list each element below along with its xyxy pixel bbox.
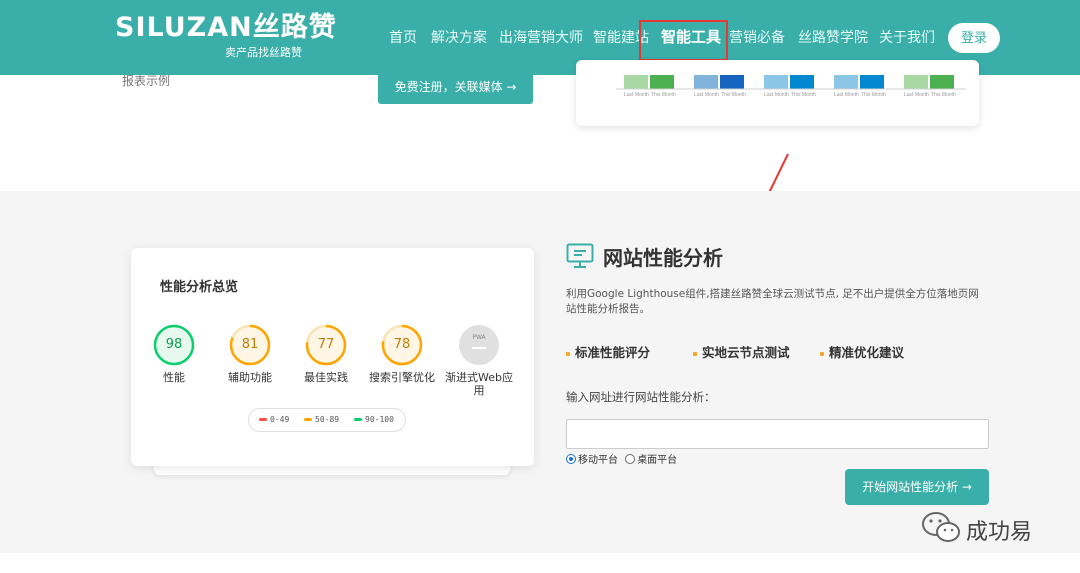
tick-label-this-month: This Month [791, 92, 816, 98]
bullet-icon [820, 351, 824, 356]
legend-item-average: 50-89 [304, 415, 339, 424]
score-performance: 98 性能 [139, 324, 209, 384]
wechat-icon [922, 512, 960, 542]
score-legend: 0-49 50-89 90-100 [248, 408, 406, 432]
score-label: 辅助功能 [228, 371, 272, 384]
bar-last-month [834, 75, 858, 89]
section-description: 利用Google Lighthouse组件,搭建丝路赞全球云测试节点, 足不出户… [566, 288, 979, 315]
watermark: 成功易 [920, 510, 1032, 550]
report-sample-label: 报表示例 [122, 74, 171, 88]
nav-solutions[interactable]: 解决方案 [431, 29, 487, 47]
tick-label-this-month: This Month [721, 92, 746, 98]
feature-cloud-node-test: 实地云节点测试 [693, 342, 790, 361]
chart-group-2 [694, 75, 744, 89]
bar-last-month [694, 75, 718, 89]
chart-group-5 [904, 75, 954, 89]
score-value: 81 [241, 337, 259, 352]
section-title: 网站性能分析 [603, 246, 723, 270]
monitor-icon [566, 243, 594, 268]
radio-mobile-label[interactable]: 移动平台 [578, 455, 618, 466]
register-link-media-button[interactable]: 免费注册，关联媒体 → [378, 71, 533, 104]
chart-group-4 [834, 75, 884, 89]
score-label: 性能 [163, 371, 185, 384]
tick-label-last-month: Last Month [694, 92, 719, 98]
bar-this-month [720, 75, 744, 89]
feature-standard-score: 标准性能评分 [566, 342, 650, 361]
page-bottom [0, 553, 1080, 573]
legend-item-poor: 0-49 [259, 415, 289, 424]
nav-siluzan-academy[interactable]: 丝路赞学院 [798, 29, 868, 47]
score-accessibility: 81 辅助功能 [215, 324, 285, 384]
bar-last-month [904, 75, 928, 89]
nav-highlight-box [639, 20, 728, 61]
tick-label-this-month: This Month [861, 92, 886, 98]
tick-label-last-month: Last Month [834, 92, 859, 98]
bar-this-month [790, 75, 814, 89]
score-seo: 78 搜索引擎优化 [367, 324, 437, 384]
radio-desktop[interactable] [625, 453, 636, 464]
report-chart-card: Last Month This Month Last Month This Mo… [576, 60, 979, 126]
comparison-bar-chart: Last Month This Month Last Month This Mo… [616, 75, 966, 98]
score-best-practices: 77 最佳实践 [291, 324, 361, 384]
nav-marketing-essentials[interactable]: 营销必备 [729, 29, 785, 47]
bar-last-month [764, 75, 788, 89]
logo-wordmark: SILUZAN丝路赞 [115, 12, 337, 43]
score-label: 渐进式Web应用 [445, 371, 513, 397]
watermark-text: 成功易 [966, 520, 1033, 545]
bar-last-month [624, 75, 648, 89]
score-label: 最佳实践 [304, 371, 348, 384]
radio-desktop-label[interactable]: 桌面平台 [637, 455, 677, 466]
logo-tagline: 卖产品找丝路赞 [225, 46, 302, 59]
bar-this-month [860, 75, 884, 89]
performance-overview-card: 性能分析总览 98 性能 81 辅助功能 77 最佳实践 78 搜索引擎优化 P… [131, 248, 534, 466]
tick-label-last-month: Last Month [904, 92, 929, 98]
pwa-badge-text: PWA [472, 334, 486, 341]
score-value: 98 [165, 337, 183, 352]
start-analysis-button[interactable]: 开始网站性能分析 → [845, 469, 989, 505]
performance-overview-title: 性能分析总览 [160, 280, 239, 295]
platform-selector: 移动平台 桌面平台 [566, 451, 681, 466]
tick-label-this-month: This Month [651, 92, 676, 98]
bar-this-month [650, 75, 674, 89]
score-label: 搜索引擎优化 [369, 371, 435, 384]
login-button[interactable]: 登录 [948, 23, 1000, 53]
tick-label-last-month: Last Month [624, 92, 649, 98]
radio-mobile[interactable] [566, 453, 576, 464]
score-value: 77 [317, 337, 335, 352]
feature-optimization-tips: 精准优化建议 [820, 342, 904, 361]
bullet-icon [566, 351, 570, 356]
url-input[interactable] [566, 419, 989, 449]
nav-home[interactable]: 首页 [389, 29, 417, 47]
logo[interactable]: SILUZAN丝路赞 卖产品找丝路赞 [115, 12, 337, 59]
tick-label-last-month: Last Month [764, 92, 789, 98]
chart-group-1 [624, 75, 674, 89]
bar-this-month [930, 75, 954, 89]
score-pwa: PWA 渐进式Web应用 [444, 324, 514, 397]
score-value: 78 [393, 337, 411, 352]
legend-item-good: 90-100 [354, 415, 394, 424]
tick-label-this-month: This Month [931, 92, 956, 98]
chart-group-3 [764, 75, 814, 89]
nav-about-us[interactable]: 关于我们 [879, 29, 935, 47]
nav-overseas-marketing-master[interactable]: 出海营销大师 [499, 29, 583, 47]
bullet-icon [693, 351, 697, 356]
url-input-label: 输入网址进行网站性能分析： [566, 390, 716, 404]
